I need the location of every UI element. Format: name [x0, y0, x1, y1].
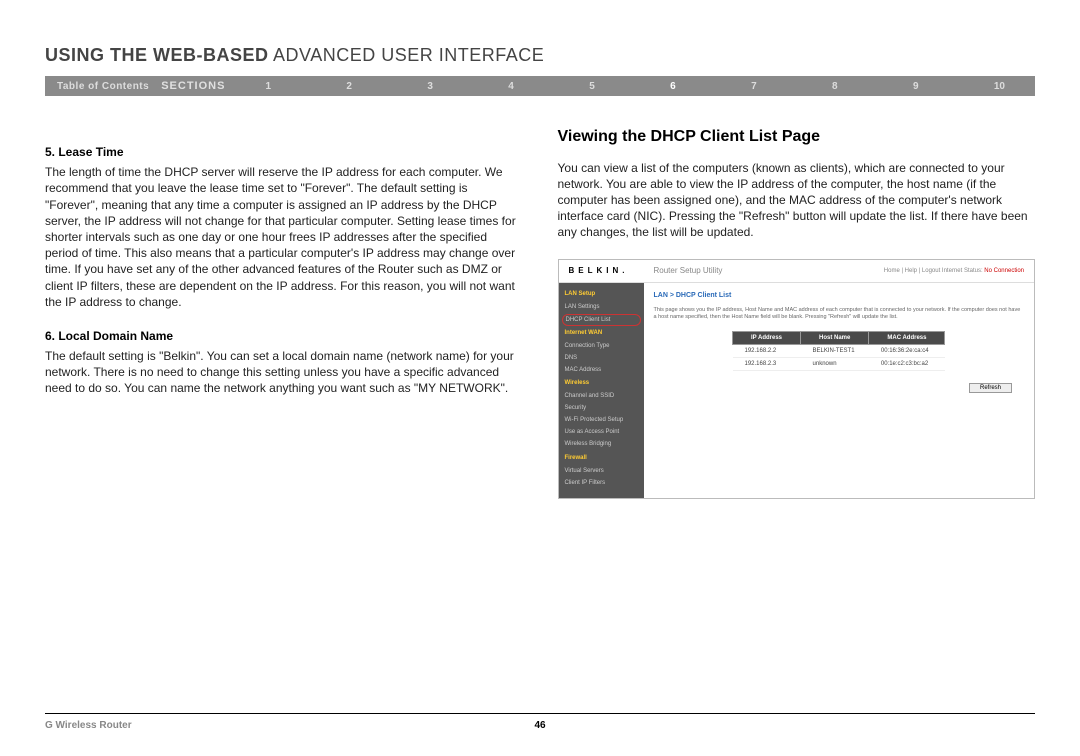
local-domain-heading: 6. Local Domain Name: [45, 328, 523, 344]
section-link-1[interactable]: 1: [255, 81, 281, 92]
product-name: G Wireless Router: [45, 720, 132, 731]
title-thin: ADVANCED USER INTERFACE: [269, 45, 545, 65]
sidebar-category: LAN Setup: [559, 287, 644, 301]
belkin-logo: BELKIN.: [569, 266, 654, 277]
table-header: Host Name: [801, 332, 869, 345]
section-link-6[interactable]: 6: [660, 81, 686, 92]
title-bold: USING THE WEB-BASED: [45, 45, 269, 65]
sidebar-item[interactable]: Channel and SSID: [559, 390, 644, 402]
section-link-8[interactable]: 8: [822, 81, 848, 92]
section-link-4[interactable]: 4: [498, 81, 524, 92]
sidebar-item[interactable]: Use as Access Point: [559, 426, 644, 438]
left-column: 5. Lease Time The length of time the DHC…: [45, 126, 523, 499]
table-row: 192.168.2.3unknown00:1e:c2:c3:bc:a2: [733, 358, 945, 371]
router-utility-label: Router Setup Utility: [654, 266, 884, 277]
toc-link[interactable]: Table of Contents: [45, 81, 161, 92]
table-header: IP Address: [733, 332, 801, 345]
section-nav: Table of Contents SECTIONS 1 2 3 4 5 6 7 8 9 10: [45, 76, 1035, 96]
right-column: Viewing the DHCP Client List Page You ca…: [558, 126, 1036, 499]
sidebar-category: Wireless: [559, 376, 644, 390]
page-title: USING THE WEB-BASED ADVANCED USER INTERF…: [45, 45, 1035, 66]
dhcp-client-list-heading: Viewing the DHCP Client List Page: [558, 126, 1036, 148]
router-ui-screenshot: BELKIN. Router Setup Utility Home | Help…: [558, 259, 1036, 500]
dhcp-client-list-text: You can view a list of the computers (kn…: [558, 160, 1036, 241]
section-link-5[interactable]: 5: [579, 81, 605, 92]
sidebar-item[interactable]: Connection Type: [559, 340, 644, 352]
table-row: 192.168.2.2BELKIN-TEST100:16:36:2e:ca:c4: [733, 345, 945, 358]
lease-time-text: The length of time the DHCP server will …: [45, 164, 523, 310]
sidebar-category: Internet WAN: [559, 326, 644, 340]
router-sidebar: LAN SetupLAN SettingsDHCP Client ListInt…: [559, 283, 644, 498]
sidebar-item[interactable]: DNS: [559, 352, 644, 364]
sidebar-item[interactable]: Wi-Fi Protected Setup: [559, 414, 644, 426]
top-nav: Home | Help | Logout Internet Status: No…: [884, 267, 1024, 275]
page-footer: G Wireless Router 46: [45, 713, 1035, 731]
sidebar-item[interactable]: Virtual Servers: [559, 465, 644, 477]
sidebar-item[interactable]: Wireless Bridging: [559, 438, 644, 450]
dhcp-client-table: IP AddressHost NameMAC Address 192.168.2…: [732, 331, 945, 371]
section-link-7[interactable]: 7: [741, 81, 767, 92]
lease-time-heading: 5. Lease Time: [45, 144, 523, 160]
sidebar-item[interactable]: MAC Address: [559, 364, 644, 376]
local-domain-text: The default setting is "Belkin". You can…: [45, 348, 523, 397]
section-link-10[interactable]: 10: [984, 81, 1015, 92]
breadcrumb: LAN > DHCP Client List: [654, 291, 1025, 300]
section-link-9[interactable]: 9: [903, 81, 929, 92]
refresh-button[interactable]: Refresh: [969, 383, 1012, 393]
table-header: MAC Address: [869, 332, 945, 345]
sidebar-item[interactable]: DHCP Client List: [562, 314, 641, 326]
sections-label: SECTIONS: [161, 80, 255, 92]
page-number: 46: [534, 720, 545, 731]
page-description: This page shows you the IP address, Host…: [654, 307, 1025, 321]
sidebar-item[interactable]: Client IP Filters: [559, 477, 644, 489]
router-main: LAN > DHCP Client List This page shows y…: [644, 283, 1035, 498]
section-link-2[interactable]: 2: [336, 81, 362, 92]
connection-status: No Connection: [984, 268, 1024, 274]
section-link-3[interactable]: 3: [417, 81, 443, 92]
sidebar-item[interactable]: LAN Settings: [559, 301, 644, 313]
sidebar-category: Firewall: [559, 451, 644, 465]
sidebar-item[interactable]: Security: [559, 402, 644, 414]
